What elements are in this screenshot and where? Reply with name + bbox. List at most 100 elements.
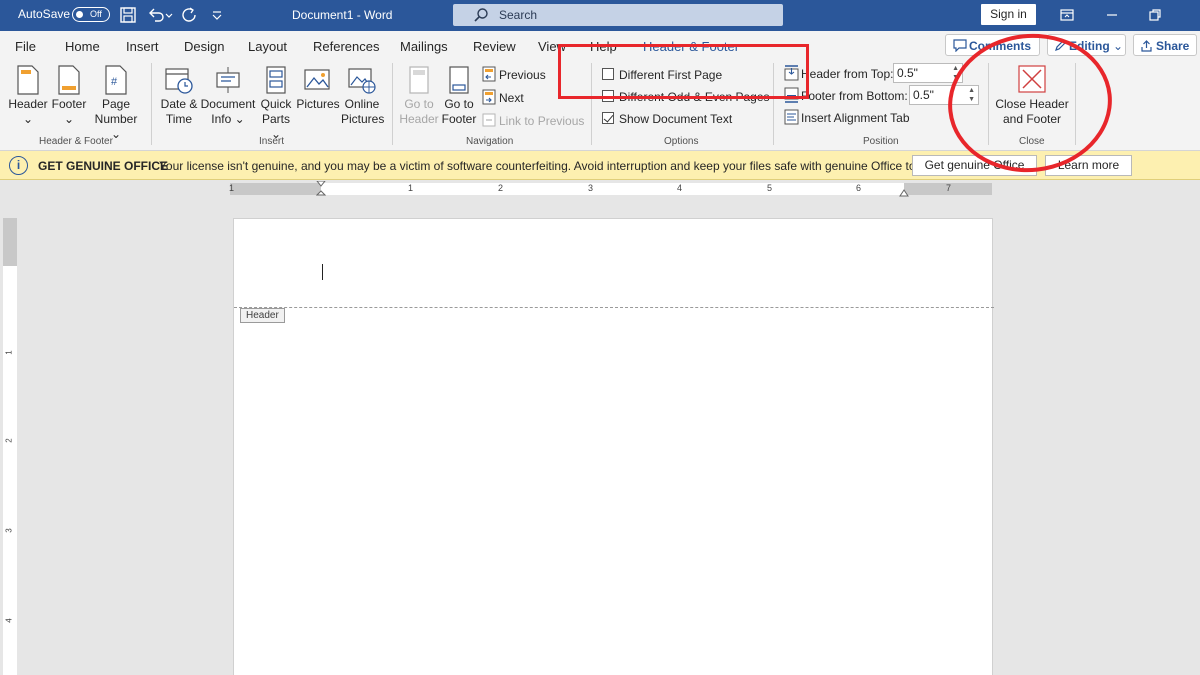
header-page-icon xyxy=(17,65,39,95)
alignment-tab-icon xyxy=(784,109,799,125)
ruler-number: 1 xyxy=(229,183,235,193)
next-icon xyxy=(482,89,496,105)
tab-file[interactable]: File xyxy=(15,39,36,54)
redo-icon[interactable] xyxy=(180,5,200,25)
tab-mailings[interactable]: Mailings xyxy=(400,39,448,54)
undo-dropdown-icon[interactable] xyxy=(164,5,174,25)
go-to-footer-label-2: Footer xyxy=(441,112,477,126)
page-number-icon: # xyxy=(105,65,127,95)
chevron-down-icon: ⌄ xyxy=(1113,39,1124,53)
tab-review[interactable]: Review xyxy=(473,39,516,54)
title-bar: AutoSave Off Document1 - Word Search Sig… xyxy=(0,0,1200,31)
document-title: Document1 - Word xyxy=(292,8,393,22)
pictures-icon xyxy=(304,69,330,90)
go-to-header-button[interactable]: Go to Header xyxy=(399,65,439,127)
link-icon xyxy=(482,113,496,127)
go-to-header-icon xyxy=(409,66,429,94)
date-time-label-2: Time xyxy=(165,112,193,126)
horizontal-ruler[interactable]: 1 1 2 3 4 5 6 7 xyxy=(229,181,992,197)
quick-parts-button[interactable]: Quick Parts ⌄ xyxy=(258,65,294,142)
tab-layout[interactable]: Layout xyxy=(248,39,287,54)
minimize-icon[interactable] xyxy=(1102,5,1122,25)
header-tag: Header xyxy=(240,308,285,323)
group-label-header-footer: Header & Footer xyxy=(39,136,113,147)
go-to-footer-button[interactable]: Go to Footer xyxy=(440,65,478,127)
pictures-button[interactable]: Pictures xyxy=(296,65,340,112)
tab-home[interactable]: Home xyxy=(65,39,100,54)
search-placeholder: Search xyxy=(499,8,538,22)
previous-label: Previous xyxy=(499,68,546,82)
header-label: Header xyxy=(8,97,48,111)
footer-dropdown: ⌄ xyxy=(63,112,75,126)
footer-from-bottom-label: Footer from Bottom: xyxy=(801,89,908,103)
save-icon[interactable] xyxy=(118,5,138,25)
go-to-footer-icon xyxy=(449,66,469,94)
online-pictures-button[interactable]: Online Pictures xyxy=(341,65,385,127)
online-pictures-label-2: Pictures xyxy=(341,112,385,126)
svg-text:#: # xyxy=(111,76,118,88)
ruler-number: 1 xyxy=(4,350,14,355)
pictures-label: Pictures xyxy=(296,97,340,111)
ruler-number: 4 xyxy=(4,618,14,623)
horizontal-ruler-row: 1 1 2 3 4 5 6 7 xyxy=(0,180,1200,198)
group-label-position: Position xyxy=(863,136,899,147)
show-document-text-check[interactable] xyxy=(602,112,614,124)
group-separator xyxy=(151,63,152,145)
autosave-label: AutoSave xyxy=(18,7,71,21)
calendar-clock-icon xyxy=(165,68,193,94)
top-margin-area xyxy=(3,218,17,266)
group-label-options: Options xyxy=(664,136,699,147)
comment-icon xyxy=(953,39,967,52)
annotation-rectangle xyxy=(558,44,809,99)
tab-references[interactable]: References xyxy=(313,39,379,54)
vertical-ruler[interactable]: 1 2 3 4 xyxy=(3,218,17,675)
right-indent-marker-icon[interactable] xyxy=(899,189,909,197)
page-number-button[interactable]: # Page Number ⌄ xyxy=(90,65,142,142)
text-cursor xyxy=(322,264,323,280)
ruler-number: 5 xyxy=(767,183,773,193)
ribbon-display-options-icon[interactable] xyxy=(1057,5,1077,25)
autosave-toggle[interactable]: Off xyxy=(72,7,110,22)
document-info-label: Document xyxy=(200,97,256,111)
footer-button[interactable]: Footer ⌄ xyxy=(50,65,88,127)
indent-marker-icon[interactable] xyxy=(316,181,326,197)
ruler-number: 3 xyxy=(4,528,14,533)
document-info-button[interactable]: Document Info ⌄ xyxy=(200,65,256,127)
group-label-navigation: Navigation xyxy=(466,136,514,147)
customize-toolbar-icon[interactable] xyxy=(210,5,224,25)
document-info-icon xyxy=(216,67,240,93)
ruler-number: 7 xyxy=(946,183,952,193)
tab-design[interactable]: Design xyxy=(184,39,224,54)
online-pictures-label: Online xyxy=(344,97,380,111)
header-from-top-label: Header from Top: xyxy=(801,67,894,81)
tab-insert[interactable]: Insert xyxy=(126,39,159,54)
quick-parts-label: Quick xyxy=(260,97,292,111)
document-info-label-2: Info ⌄ xyxy=(211,112,245,126)
share-icon xyxy=(1141,40,1152,52)
ruler-number: 2 xyxy=(4,438,14,443)
ruler-number: 4 xyxy=(677,183,683,193)
document-page[interactable]: Header xyxy=(233,218,994,675)
go-to-header-label-2: Header xyxy=(399,112,439,126)
share-button[interactable]: Share xyxy=(1133,34,1197,56)
undo-icon[interactable] xyxy=(146,5,166,25)
go-to-header-label: Go to xyxy=(404,97,434,111)
infobar-message: Your license isn't genuine, and you may … xyxy=(159,159,938,173)
search-icon xyxy=(474,8,488,22)
autosave-state: Off xyxy=(90,9,102,19)
sign-in-button[interactable]: Sign in xyxy=(981,4,1036,25)
online-pictures-icon xyxy=(348,68,376,94)
infobar-title: GET GENUINE OFFICE xyxy=(38,159,169,173)
restore-icon[interactable] xyxy=(1145,5,1165,25)
insert-alignment-tab-label: Insert Alignment Tab xyxy=(801,111,910,125)
ruler-number: 6 xyxy=(856,183,862,193)
header-button[interactable]: Header ⌄ xyxy=(8,65,48,127)
info-icon: i xyxy=(9,156,28,175)
header-boundary-line xyxy=(234,307,994,308)
link-to-previous-label: Link to Previous xyxy=(499,114,585,128)
quick-parts-icon xyxy=(266,66,286,94)
toggle-knob xyxy=(76,11,83,18)
date-time-button[interactable]: Date & Time xyxy=(158,65,200,127)
footer-page-icon xyxy=(58,65,80,95)
search-box[interactable]: Search xyxy=(453,4,783,26)
